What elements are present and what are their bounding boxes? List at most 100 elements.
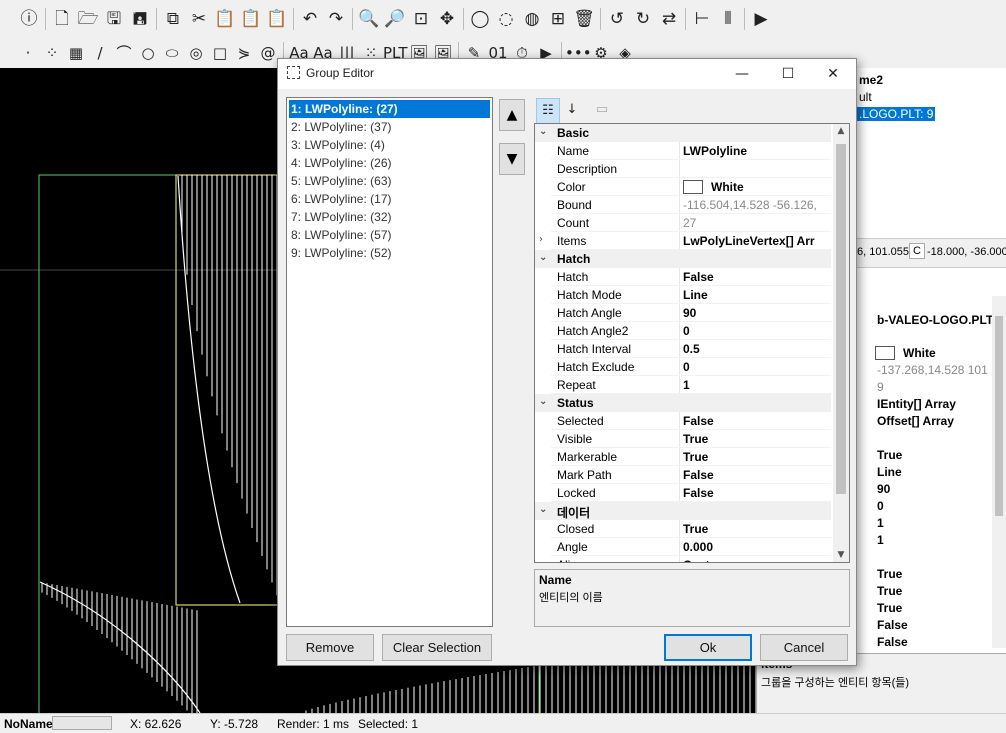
prop-value[interactable]: -116.504,14.528 -56.126, — [683, 198, 831, 212]
prop-value[interactable]: True — [683, 450, 831, 464]
cut-icon[interactable]: ✂ — [186, 6, 212, 32]
prop-value[interactable]: 27 — [683, 216, 831, 230]
prop-value[interactable]: False — [683, 414, 831, 428]
group-icon[interactable]: ⊞ — [545, 6, 571, 32]
tree-default-layer[interactable]: ult — [859, 90, 872, 104]
prop-row-selected[interactable]: Selected False — [535, 412, 831, 430]
zoom-in-icon[interactable]: 🔎 — [382, 6, 408, 32]
coord-c-label[interactable]: C — [909, 243, 925, 259]
rect-icon[interactable]: □ — [208, 40, 232, 66]
prop-row-visible[interactable]: Visible True — [535, 430, 831, 448]
prop-row-color[interactable]: Color White — [535, 178, 831, 196]
right-status-value[interactable]: True — [877, 584, 902, 598]
rotate-ccw-icon[interactable]: ↺ — [604, 6, 630, 32]
prop-value[interactable]: 0.5 — [683, 342, 831, 356]
prop-value[interactable]: False — [683, 486, 831, 500]
line-icon[interactable]: / — [88, 40, 112, 66]
open-folder-icon[interactable]: 🗁 — [75, 6, 101, 32]
prop-entity-array[interactable]: IEntity[] Array — [877, 397, 956, 411]
category-data[interactable]: ⌄ 데이터 — [535, 502, 831, 520]
rotate-cw-icon[interactable]: ↻ — [630, 6, 656, 32]
point-icon[interactable]: · — [16, 40, 40, 66]
category-basic[interactable]: ⌄ Basic — [535, 124, 831, 142]
prop-value[interactable]: White — [683, 180, 831, 194]
right-hatch-value[interactable]: 90 — [877, 482, 890, 496]
right-hatch-value[interactable]: 1 — [877, 516, 884, 530]
prop-value[interactable]: False — [683, 468, 831, 482]
swap-icon[interactable]: ⇄ — [656, 6, 682, 32]
zoom-window-icon[interactable]: ⊡ — [408, 6, 434, 32]
expand-icon[interactable]: › — [539, 234, 553, 245]
align-left-icon[interactable]: ⊢ — [689, 6, 715, 32]
scroll-thumb[interactable] — [836, 144, 846, 494]
category-hatch[interactable]: ⌄ Hatch — [535, 250, 831, 268]
save-icon[interactable]: 🖫 — [101, 6, 127, 32]
save-as-icon[interactable]: 🖪 — [127, 6, 153, 32]
prop-value[interactable]: 0 — [683, 324, 831, 338]
prop-row-hatch-exclude[interactable]: Hatch Exclude 0 — [535, 358, 831, 376]
prop-value[interactable]: LwPolyLineVertex[] Arr — [683, 234, 831, 248]
copy-icon[interactable]: ⧉ — [160, 6, 186, 32]
right-hatch-value[interactable]: 0 — [877, 499, 884, 513]
right-hatch-value[interactable]: True — [877, 448, 902, 462]
prop-row-closed[interactable]: Closed True — [535, 520, 831, 538]
prop-value[interactable]: Center — [683, 558, 831, 562]
list-item[interactable]: 5: LWPolyline: (63) — [289, 172, 490, 190]
minimize-button[interactable]: — — [722, 61, 762, 87]
pan-icon[interactable]: ✥ — [434, 6, 460, 32]
property-grid[interactable]: ⌄ Basic Name LWPolyline Description Color Whit… — [534, 123, 850, 563]
prop-value[interactable]: 0 — [683, 360, 831, 374]
paste-clip-icon[interactable]: 📋 — [264, 6, 290, 32]
prop-row-mark-path[interactable]: Mark Path False — [535, 466, 831, 484]
collapse-icon[interactable]: ⌄ — [539, 252, 553, 263]
prop-row-count[interactable]: Count 27 — [535, 214, 831, 232]
prop-row-markerable[interactable]: Markerable True — [535, 448, 831, 466]
circle-icon[interactable]: ○ — [136, 40, 160, 66]
scroll-down-icon[interactable]: ▼ — [833, 550, 849, 560]
list-item[interactable]: 4: LWPolyline: (26) — [289, 154, 490, 172]
redo-icon[interactable]: ↷ — [323, 6, 349, 32]
paste-icon[interactable]: 📋 — [212, 6, 238, 32]
prop-row-hatch[interactable]: Hatch False — [535, 268, 831, 286]
prop-value[interactable]: Line — [683, 288, 831, 302]
right-hatch-value[interactable]: 1 — [877, 533, 884, 547]
collapse-icon[interactable]: ⌄ — [539, 126, 553, 137]
clear-selection-button[interactable]: Clear Selection — [382, 634, 492, 661]
list-item[interactable]: 9: LWPolyline: (52) — [289, 244, 490, 262]
collapse-icon[interactable]: ⌄ — [539, 396, 553, 407]
collapse-icon[interactable]: ⌄ — [539, 504, 553, 515]
right-hatch-value[interactable]: Line — [877, 465, 902, 479]
remove-button[interactable]: Remove — [286, 634, 374, 661]
prop-value[interactable]: 1 — [683, 378, 831, 392]
list-item[interactable]: 2: LWPolyline: (37) — [289, 118, 490, 136]
prop-value[interactable]: 90 — [683, 306, 831, 320]
tree-selected-file[interactable]: .LOGO.PLT: 9 — [857, 107, 936, 121]
move-up-button[interactable]: ▲ — [499, 99, 525, 131]
ellipse-icon[interactable]: ⬭ — [160, 40, 184, 66]
paste-special-icon[interactable]: 📋 — [238, 6, 264, 32]
prop-row-hatch-angle[interactable]: Hatch Angle 90 — [535, 304, 831, 322]
prop-row-hatch-mode[interactable]: Hatch Mode Line — [535, 286, 831, 304]
maximize-button[interactable]: ☐ — [768, 61, 808, 87]
right-status-value[interactable]: False — [877, 618, 908, 632]
sort-alpha-icon[interactable]: ↓ — [560, 98, 584, 122]
right-status-value[interactable]: False — [877, 635, 908, 649]
target-icon[interactable]: ◎ — [184, 40, 208, 66]
grid-icon[interactable]: ▦ — [64, 40, 88, 66]
prop-row-repeat[interactable]: Repeat 1 — [535, 376, 831, 394]
undo-icon[interactable]: ↶ — [297, 6, 323, 32]
circle-select-icon[interactable]: ◯ — [467, 6, 493, 32]
columns-icon[interactable]: ⦀ — [715, 6, 741, 32]
move-down-button[interactable]: ▼ — [499, 143, 525, 175]
list-item[interactable]: 7: LWPolyline: (32) — [289, 208, 490, 226]
categorized-icon[interactable]: ☷ — [536, 98, 560, 124]
prop-row-locked[interactable]: Locked False — [535, 484, 831, 502]
prop-color[interactable]: White — [875, 345, 936, 360]
prop-row-hatch-interval[interactable]: Hatch Interval 0.5 — [535, 340, 831, 358]
entity-list[interactable]: 1: LWPolyline: (27) 2: LWPolyline: (37) 3:… — [286, 97, 493, 627]
prop-value[interactable]: False — [683, 270, 831, 284]
info-icon[interactable]: ⓘ — [16, 6, 42, 32]
dialog-title-bar[interactable]: Group Editor — ☐ ✕ — [278, 59, 856, 89]
prop-value[interactable]: LWPolyline — [683, 144, 831, 158]
new-file-icon[interactable]: 🗋 — [49, 6, 75, 32]
